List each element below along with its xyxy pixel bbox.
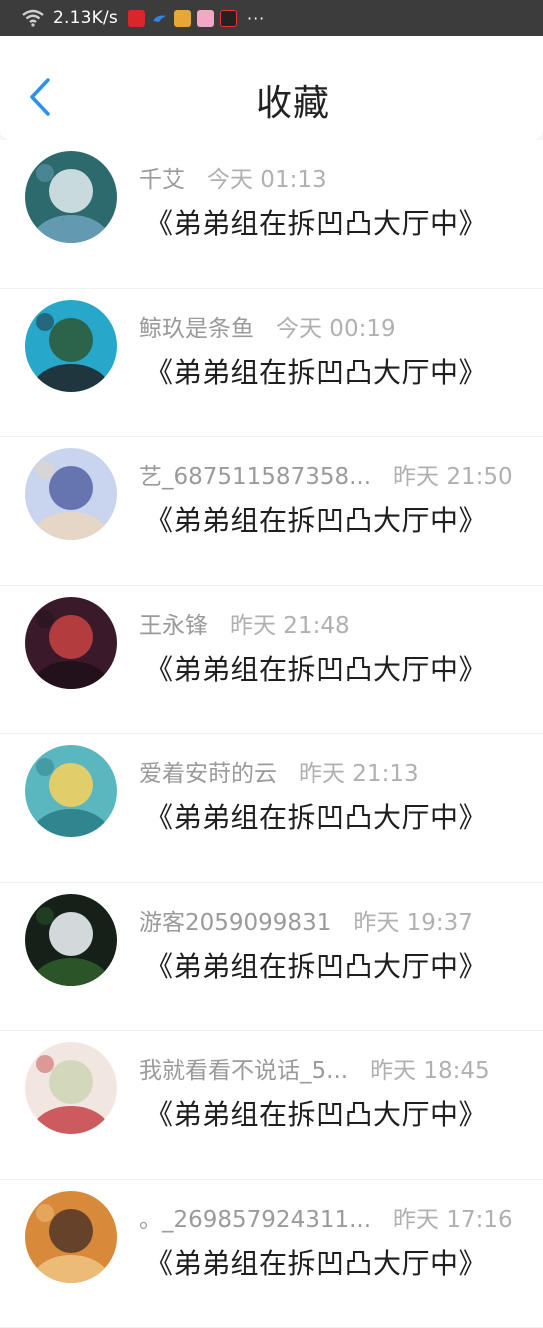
list-item[interactable]: 我就看看不说话_5... 昨天 18:45 《弟弟组在拆凹凸大厅中》 <box>0 1031 543 1180</box>
book-title: 《弟弟组在拆凹凸大厅中》 <box>145 1242 487 1282</box>
list-item[interactable]: 爱着安莳的云昨天 21:13 《弟弟组在拆凹凸大厅中》 <box>0 734 543 883</box>
bird-icon <box>151 10 168 27</box>
list-item[interactable]: 艺_687511587358... 昨天 21:50 《弟弟组在拆凹凸大厅中》 <box>0 437 543 586</box>
book-title: 《弟弟组在拆凹凸大厅中》 <box>145 648 487 688</box>
user-name: 爱着安莳的云 <box>139 754 277 788</box>
user-name: 艺_687511587358... <box>139 457 371 491</box>
list-item[interactable]: 千艾今天 01:13 《弟弟组在拆凹凸大厅中》 <box>0 140 543 289</box>
video-icon <box>220 10 237 27</box>
more-notifications: ··· <box>247 9 265 28</box>
item-meta: 爱着安莳的云昨天 21:13 <box>139 754 529 788</box>
timestamp: 昨天 18:45 <box>370 1051 490 1085</box>
user-name: 我就看看不说话_5... <box>139 1051 348 1085</box>
user-name: 王永锋 <box>139 606 208 640</box>
timestamp: 今天 00:19 <box>276 309 396 343</box>
page-title: 收藏 <box>0 74 543 126</box>
user-name: 游客2059099831 <box>139 903 331 937</box>
item-meta: 千艾今天 01:13 <box>139 160 529 194</box>
timestamp: 昨天 21:48 <box>230 606 350 640</box>
avatar[interactable] <box>25 894 117 986</box>
microphone-icon <box>128 10 145 27</box>
item-meta: 鲸玖是条鱼今天 00:19 <box>139 309 529 343</box>
book-title: 《弟弟组在拆凹凸大厅中》 <box>145 351 487 391</box>
avatar[interactable] <box>25 1042 117 1134</box>
book-title: 《弟弟组在拆凹凸大厅中》 <box>145 202 487 242</box>
item-meta: 游客2059099831 昨天 19:37 <box>139 903 529 937</box>
list-item[interactable]: 王永锋昨天 21:48 《弟弟组在拆凹凸大厅中》 <box>0 586 543 735</box>
item-meta: 。_269857924311... 昨天 17:16 <box>139 1200 529 1234</box>
item-meta: 艺_687511587358... 昨天 21:50 <box>139 457 529 491</box>
avatar[interactable] <box>25 448 117 540</box>
avatar[interactable] <box>25 151 117 243</box>
book-title: 《弟弟组在拆凹凸大厅中》 <box>145 945 487 985</box>
timestamp: 昨天 21:50 <box>393 457 513 491</box>
avatar[interactable] <box>25 597 117 689</box>
book-title: 《弟弟组在拆凹凸大厅中》 <box>145 1093 487 1133</box>
timestamp: 昨天 19:37 <box>353 903 473 937</box>
network-speed: 2.13K/s <box>53 8 118 28</box>
cat-icon <box>197 10 214 27</box>
avatar[interactable] <box>25 300 117 392</box>
user-name: 鲸玖是条鱼 <box>139 309 254 343</box>
user-name: 千艾 <box>139 160 185 194</box>
list-item[interactable]: 。_269857924311... 昨天 17:16 《弟弟组在拆凹凸大厅中》 <box>0 1180 543 1328</box>
game-icon <box>174 10 191 27</box>
item-meta: 我就看看不说话_5... 昨天 18:45 <box>139 1051 529 1085</box>
wifi-icon <box>22 9 44 27</box>
top-bar: 收藏 <box>0 36 543 140</box>
timestamp: 昨天 21:13 <box>299 754 419 788</box>
avatar[interactable] <box>25 745 117 837</box>
avatar[interactable] <box>25 1191 117 1283</box>
item-meta: 王永锋昨天 21:48 <box>139 606 529 640</box>
book-title: 《弟弟组在拆凹凸大厅中》 <box>145 499 487 539</box>
timestamp: 今天 01:13 <box>207 160 327 194</box>
list-item[interactable]: 鲸玖是条鱼今天 00:19 《弟弟组在拆凹凸大厅中》 <box>0 289 543 438</box>
book-title: 《弟弟组在拆凹凸大厅中》 <box>145 796 487 836</box>
status-bar: 2.13K/s ··· <box>0 0 543 36</box>
favorites-list: 千艾今天 01:13《弟弟组在拆凹凸大厅中》鲸玖是条鱼今天 00:19《弟弟组在… <box>0 140 543 1328</box>
list-item[interactable]: 游客2059099831 昨天 19:37 《弟弟组在拆凹凸大厅中》 <box>0 883 543 1032</box>
timestamp: 昨天 17:16 <box>393 1200 513 1234</box>
user-name: 。_269857924311... <box>139 1200 371 1234</box>
